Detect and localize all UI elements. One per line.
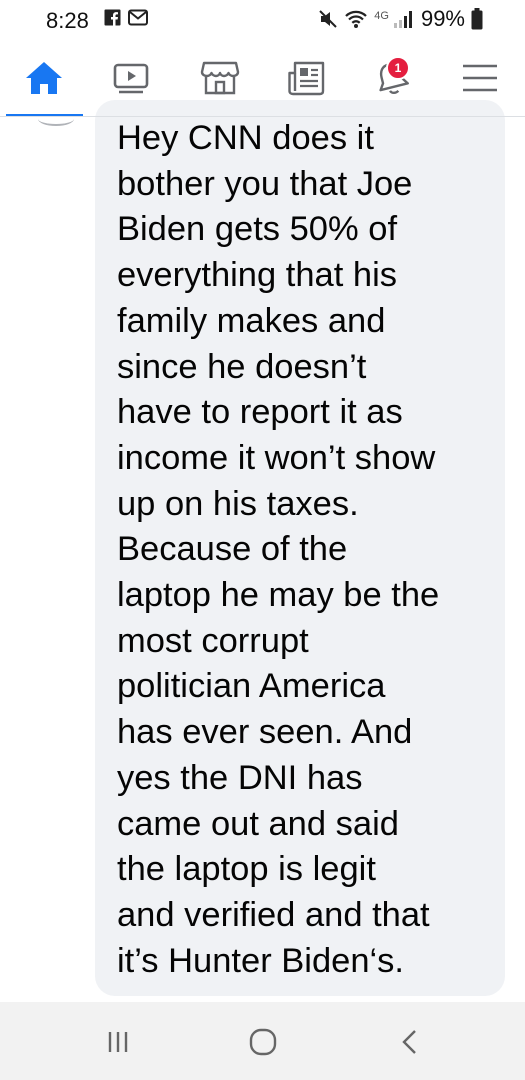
status-time: 8:28 <box>46 8 89 33</box>
network-type: 4G <box>374 10 389 22</box>
battery-percent: 99% <box>420 6 465 31</box>
hamburger-icon <box>463 64 497 92</box>
home-button[interactable] <box>243 1022 283 1062</box>
status-right-icons: 4G 99% <box>318 6 483 32</box>
nav-watch[interactable] <box>107 54 155 102</box>
comment-text: Hey CNN does it bother you that Joe Bide… <box>117 119 440 980</box>
facebook-icon <box>104 9 121 26</box>
mail-icon <box>128 9 148 26</box>
notification-badge: 1 <box>386 56 410 80</box>
android-nav-bar <box>0 1002 525 1080</box>
news-icon <box>288 61 325 96</box>
recents-button[interactable] <box>98 1022 138 1062</box>
nav-notifications[interactable]: 1 <box>368 54 416 102</box>
avatar[interactable] <box>38 112 74 126</box>
home-circle-icon <box>249 1028 277 1056</box>
back-icon <box>402 1030 416 1054</box>
nav-menu[interactable] <box>456 54 504 102</box>
back-button[interactable] <box>390 1022 430 1062</box>
nav-marketplace[interactable] <box>196 54 244 102</box>
wifi-icon <box>345 10 368 28</box>
battery-icon <box>471 8 483 30</box>
signal-icon <box>393 11 412 28</box>
mute-icon <box>319 10 337 28</box>
video-icon <box>113 63 149 94</box>
home-icon <box>26 62 62 94</box>
screen: 8:28 4G 99% 1 Hey CNN does it bother you… <box>0 0 525 1080</box>
recents-icon <box>108 1032 128 1052</box>
nav-home[interactable] <box>20 54 68 102</box>
store-icon <box>200 61 240 95</box>
nav-news[interactable] <box>283 54 331 102</box>
status-left-icons <box>104 9 148 26</box>
status-bar: 8:28 4G 99% <box>0 0 525 40</box>
